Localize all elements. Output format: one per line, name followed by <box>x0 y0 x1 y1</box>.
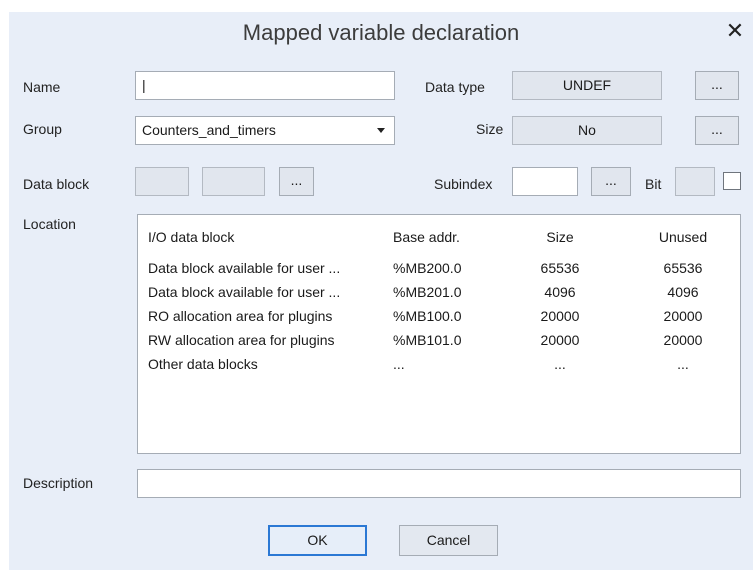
bit-label: Bit <box>645 176 662 192</box>
name-input[interactable]: | <box>135 71 395 100</box>
table-cell: 65536 <box>540 260 580 276</box>
data-type-browse-button[interactable]: ... <box>695 71 739 100</box>
table-cell: 4096 <box>667 284 699 300</box>
location-table[interactable]: I/O data block Base addr. Size Unused Da… <box>137 214 741 454</box>
bit-checkbox[interactable] <box>723 172 741 190</box>
bit-field <box>675 167 715 196</box>
table-cell: Other data blocks <box>148 356 258 372</box>
column-header-base-addr: Base addr. <box>393 229 460 245</box>
table-cell: 20000 <box>663 332 703 348</box>
table-cell: 20000 <box>663 308 703 324</box>
data-block-browse-button[interactable]: ... <box>279 167 314 196</box>
ok-button[interactable]: OK <box>268 525 367 556</box>
table-cell: RW allocation area for plugins <box>148 332 335 348</box>
data-type-label: Data type <box>425 79 485 95</box>
chevron-down-icon <box>377 128 385 133</box>
group-label: Group <box>23 121 62 137</box>
table-cell: 20000 <box>540 332 580 348</box>
size-label: Size <box>476 121 504 137</box>
table-cell: RO allocation area for plugins <box>148 308 333 324</box>
table-row[interactable]: RO allocation area for plugins %MB100.0 … <box>138 308 740 328</box>
group-select[interactable]: Counters_and_timers <box>135 116 395 145</box>
subindex-input[interactable] <box>512 167 578 196</box>
table-cell: ... <box>677 356 689 372</box>
table-cell: 4096 <box>544 284 576 300</box>
subindex-browse-button[interactable]: ... <box>591 167 631 196</box>
table-cell: %MB101.0 <box>393 332 462 348</box>
table-header: I/O data block Base addr. Size Unused <box>138 229 740 249</box>
column-header-unused: Unused <box>658 229 708 245</box>
table-cell: %MB200.0 <box>393 260 462 276</box>
location-label: Location <box>23 216 76 232</box>
table-row[interactable]: Data block available for user ... %MB201… <box>138 284 740 304</box>
close-icon[interactable]: ✕ <box>722 18 748 44</box>
data-type-field: UNDEF <box>512 71 662 100</box>
size-field: No <box>512 116 662 145</box>
table-row[interactable]: RW allocation area for plugins %MB101.0 … <box>138 332 740 352</box>
table-cell: 20000 <box>540 308 580 324</box>
table-row[interactable]: Data block available for user ... %MB200… <box>138 260 740 280</box>
table-row[interactable]: Other data blocks ... ... ... <box>138 356 740 376</box>
table-cell: ... <box>554 356 566 372</box>
column-header-size: Size <box>546 229 574 245</box>
description-label: Description <box>23 475 94 491</box>
dialog-title: Mapped variable declaration <box>242 20 520 45</box>
table-cell: Data block available for user ... <box>148 260 341 276</box>
column-header-io-data-block: I/O data block <box>148 229 235 245</box>
subindex-label: Subindex <box>434 176 493 192</box>
cancel-button[interactable]: Cancel <box>399 525 498 556</box>
description-input[interactable] <box>137 469 741 498</box>
table-cell: ... <box>393 356 405 372</box>
table-cell: 65536 <box>663 260 703 276</box>
table-cell: Data block available for user ... <box>148 284 341 300</box>
table-cell: %MB100.0 <box>393 308 462 324</box>
data-block-field-1 <box>135 167 189 196</box>
data-block-label: Data block <box>23 176 90 192</box>
group-select-value: Counters_and_timers <box>142 122 276 138</box>
size-browse-button[interactable]: ... <box>695 116 739 145</box>
mapped-variable-dialog: Mapped variable declaration ✕ Name | Dat… <box>9 12 753 570</box>
name-label: Name <box>23 79 61 95</box>
table-cell: %MB201.0 <box>393 284 462 300</box>
data-block-field-2 <box>202 167 265 196</box>
